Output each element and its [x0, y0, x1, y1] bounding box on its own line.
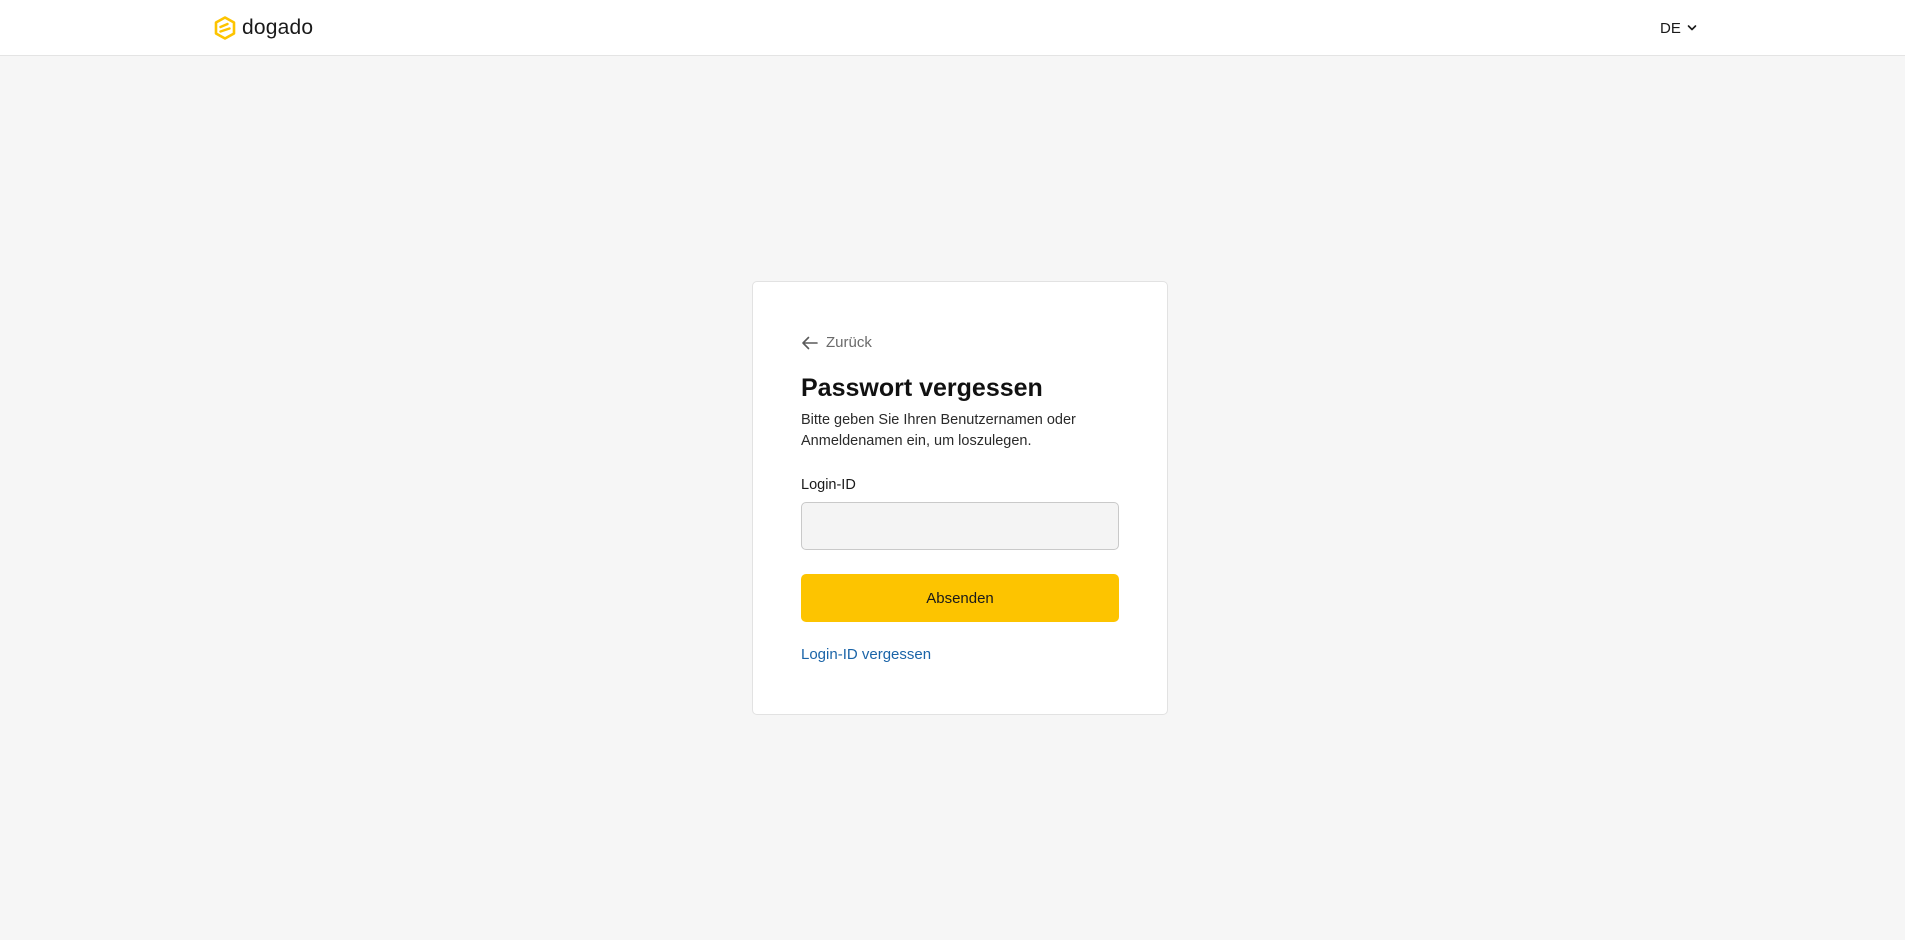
page-description: Bitte geben Sie Ihren Benutzernamen oder… — [801, 412, 1076, 449]
dogado-logo[interactable]: dogado — [214, 15, 313, 41]
back-link[interactable]: Zurück — [801, 334, 872, 351]
top-header: dogado DE — [0, 0, 1905, 56]
page-title: Passwort vergessen — [801, 374, 1043, 402]
language-selector[interactable]: DE — [1660, 17, 1697, 39]
language-label: DE — [1660, 19, 1681, 37]
logo-text: dogado — [242, 16, 314, 39]
login-id-label: Login-ID — [801, 477, 856, 493]
arrow-left-icon — [801, 336, 818, 350]
back-label: Zurück — [826, 334, 872, 351]
submit-button[interactable]: Absenden — [801, 574, 1119, 622]
forgot-login-id-link[interactable]: Login-ID vergessen — [801, 646, 931, 663]
dogado-logo-icon — [214, 16, 236, 40]
chevron-down-icon — [1687, 24, 1697, 32]
login-id-input[interactable] — [801, 502, 1119, 550]
forgot-password-card: Zurück Passwort vergessen Bitte geben Si… — [752, 281, 1168, 715]
